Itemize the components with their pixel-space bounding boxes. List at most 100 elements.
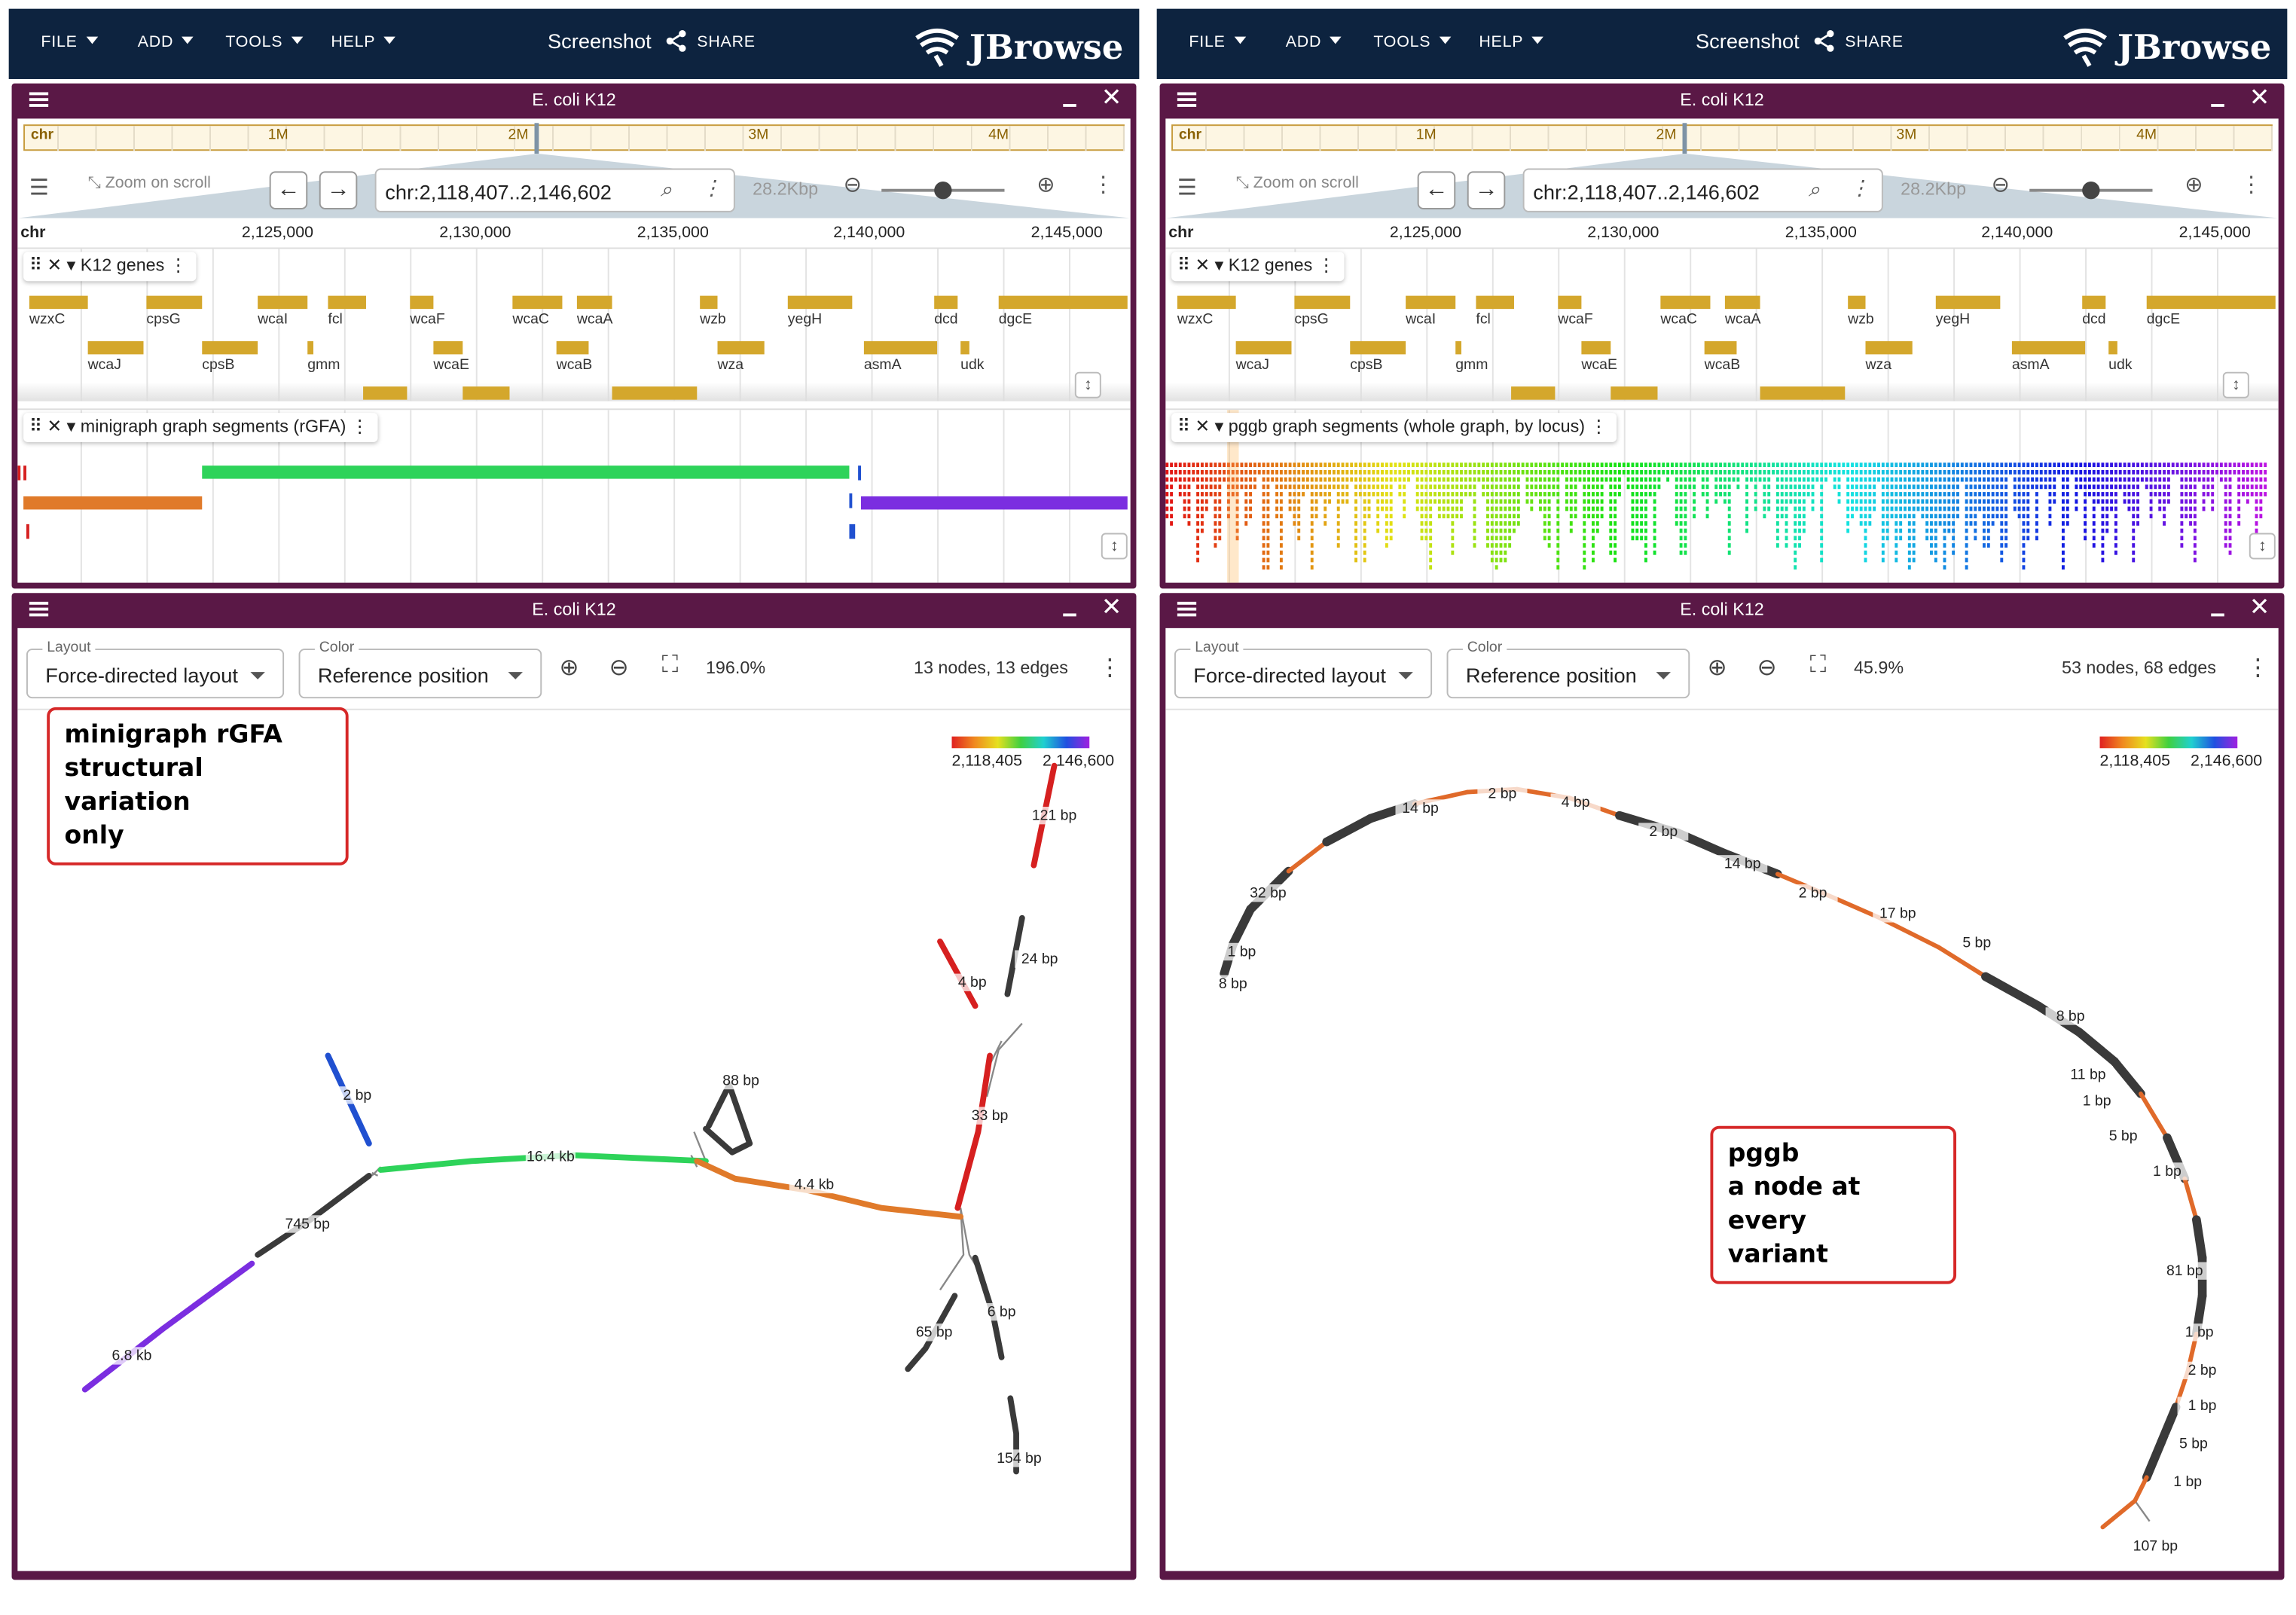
graph-segment[interactable]	[1262, 492, 1266, 496]
graph-segment[interactable]	[1965, 543, 1968, 548]
graph-segment[interactable]	[2017, 477, 2021, 482]
graph-segment[interactable]	[1591, 506, 1595, 511]
graph-segment[interactable]	[2215, 463, 2218, 468]
graph-segment[interactable]	[2061, 484, 2065, 490]
graph-segment[interactable]	[2224, 477, 2227, 482]
graph-segment[interactable]	[1714, 463, 1718, 468]
graph-segment[interactable]	[2149, 514, 2153, 519]
graph-segment[interactable]	[1965, 499, 1968, 504]
graph-segment[interactable]	[2096, 477, 2100, 482]
zoom-in-icon[interactable]: ⊕	[1708, 653, 1727, 682]
graph-segment[interactable]	[2255, 506, 2258, 511]
graph-segment[interactable]	[1183, 514, 1186, 519]
graph-segment[interactable]	[1640, 536, 1644, 541]
graph-segment[interactable]	[1451, 528, 1455, 533]
graph-segment[interactable]	[2114, 492, 2117, 496]
graph-segment[interactable]	[1604, 477, 1608, 482]
graph-segment[interactable]	[2233, 463, 2236, 468]
graph-segment[interactable]	[1727, 506, 1731, 511]
graph-segment[interactable]	[1271, 463, 1275, 468]
graph-segment[interactable]	[1775, 521, 1779, 526]
graph-segment[interactable]	[1279, 463, 1283, 468]
graph-segment[interactable]	[1574, 463, 1577, 468]
graph-segment[interactable]	[1785, 521, 1788, 526]
graph-segment[interactable]	[1385, 499, 1388, 504]
graph-segment[interactable]	[2065, 463, 2069, 468]
graph-segment[interactable]	[1930, 477, 1933, 482]
graph-segment[interactable]	[2154, 492, 2157, 496]
graph-segment[interactable]	[1345, 499, 1349, 504]
graph-segment[interactable]	[1587, 506, 1591, 511]
graph-segment[interactable]	[2224, 463, 2227, 468]
graph-segment[interactable]	[1745, 484, 1748, 490]
graph-segment[interactable]	[1873, 477, 1876, 482]
graph-node[interactable]	[2110, 1057, 2145, 1098]
graph-segment[interactable]	[1324, 521, 1327, 526]
graph-segment[interactable]	[2180, 492, 2184, 496]
graph-segment[interactable]	[1974, 492, 1977, 496]
graph-segment[interactable]	[1583, 565, 1586, 570]
graph-segment[interactable]	[1635, 469, 1639, 475]
graph-segment[interactable]	[1895, 477, 1898, 482]
graph-segment[interactable]	[2013, 484, 2017, 490]
graph-segment[interactable]	[2061, 492, 2065, 496]
graph-segment[interactable]	[1727, 521, 1731, 526]
graph-segment[interactable]	[1648, 477, 1652, 482]
graph-segment[interactable]	[2237, 463, 2241, 468]
graph-segment[interactable]	[2013, 499, 2017, 504]
graph-segment[interactable]	[1719, 463, 1723, 468]
graph-segment[interactable]	[2132, 550, 2136, 555]
graph-segment[interactable]	[2096, 463, 2100, 468]
tools-menu[interactable]: TOOLS	[225, 34, 304, 51]
graph-segment[interactable]	[1200, 506, 1204, 511]
graph-segment[interactable]	[1279, 506, 1283, 511]
graph-segment[interactable]	[2211, 484, 2215, 490]
graph-segment[interactable]	[1534, 492, 1538, 496]
graph-segment[interactable]	[2175, 469, 2179, 475]
graph-segment[interactable]	[1806, 492, 1810, 496]
graph-segment[interactable]	[2035, 477, 2038, 482]
graph-segment[interactable]	[1644, 463, 1647, 468]
graph-segment[interactable]	[1187, 484, 1191, 490]
close-icon[interactable]: ✕	[1101, 593, 1122, 622]
graph-segment[interactable]	[1284, 469, 1287, 475]
graph-segment[interactable]	[1389, 492, 1393, 496]
graph-segment[interactable]	[1983, 514, 1986, 519]
graph-segment[interactable]	[1714, 469, 1718, 475]
graph-segment[interactable]	[1376, 499, 1380, 504]
graph-segment[interactable]	[1314, 506, 1318, 511]
graph-segment[interactable]	[1266, 528, 1270, 533]
graph-segment[interactable]	[1798, 514, 1801, 519]
graph-segment[interactable]	[1591, 499, 1595, 504]
graph-segment[interactable]	[1745, 499, 1748, 504]
graph-segment[interactable]	[2145, 463, 2148, 468]
graph-segment[interactable]	[2022, 550, 2026, 555]
graph-segment[interactable]	[1802, 469, 1806, 475]
graph-segment[interactable]	[1864, 499, 1867, 504]
graph-segment[interactable]	[1794, 492, 1797, 496]
graph-segment[interactable]	[1974, 477, 1977, 482]
graph-segment[interactable]	[1635, 484, 1639, 490]
graph-segment[interactable]	[1868, 506, 1872, 511]
graph-segment[interactable]	[1934, 484, 1937, 490]
graph-segment[interactable]	[1244, 492, 1248, 496]
graph-segment[interactable]	[1543, 514, 1546, 519]
graph-segment[interactable]	[1600, 463, 1604, 468]
graph-segment[interactable]	[2114, 506, 2117, 511]
graph-segment[interactable]	[1587, 492, 1591, 496]
graph-segment[interactable]	[1552, 492, 1556, 496]
graph-segment[interactable]	[1429, 506, 1433, 511]
graph-segment[interactable]	[1556, 521, 1560, 526]
graph-segment[interactable]	[1214, 506, 1217, 511]
graph-segment[interactable]	[1846, 499, 1850, 504]
graph-segment[interactable]	[1640, 492, 1644, 496]
graph-segment[interactable]	[1614, 550, 1617, 555]
graph-segment[interactable]	[1798, 469, 1801, 475]
graph-segment[interactable]	[1986, 469, 1990, 475]
graph-segment[interactable]	[2127, 484, 2131, 490]
graph-segment[interactable]	[1587, 514, 1591, 519]
graph-segment[interactable]	[1591, 521, 1595, 526]
graph-segment[interactable]	[1288, 484, 1292, 490]
graph-segment[interactable]	[1490, 499, 1494, 504]
graph-segment[interactable]	[1266, 463, 1270, 468]
